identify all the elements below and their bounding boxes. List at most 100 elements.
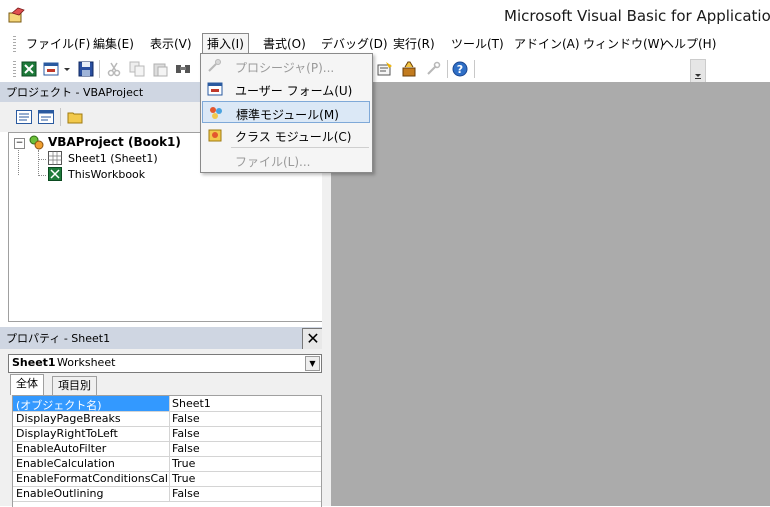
workbook-icon	[48, 167, 62, 181]
grid-divider	[169, 411, 170, 426]
view-code-icon[interactable]	[16, 110, 32, 124]
tree-connector	[38, 150, 40, 176]
paste-icon	[153, 63, 168, 77]
property-value[interactable]: True	[172, 457, 195, 470]
view-object-icon[interactable]	[38, 110, 54, 124]
worksheet-icon	[48, 151, 62, 165]
menu-item-label: クラス モジュール(C)	[235, 130, 352, 144]
object-select[interactable]: Sheet1 Worksheet ▼	[8, 354, 322, 373]
menu-format[interactable]: 書式(O)	[259, 34, 310, 54]
menu-window[interactable]: ウィンドウ(W)	[579, 34, 668, 54]
cut-icon	[107, 62, 121, 77]
grid-divider	[169, 441, 170, 456]
property-value[interactable]: False	[172, 442, 200, 455]
chevron-down-icon[interactable]: ▼	[305, 356, 320, 371]
insert-menu-dropdown: プロシージャ(P)... ユーザー フォーム(U) 標準モジュール(M) クラス…	[200, 53, 373, 173]
grid-divider	[169, 471, 170, 486]
procedure-icon	[208, 59, 221, 72]
property-value[interactable]: Sheet1	[172, 397, 211, 410]
property-row[interactable]: EnableOutlining False	[13, 486, 321, 502]
tree-root-label[interactable]: VBAProject (Book1)	[48, 135, 181, 149]
property-row[interactable]: EnableCalculation True	[13, 456, 321, 472]
excel-view-icon[interactable]	[21, 61, 37, 77]
window-title: Microsoft Visual Basic for Applications	[504, 7, 770, 25]
save-icon[interactable]	[78, 61, 94, 77]
menu-item-class-module[interactable]: クラス モジュール(C)	[202, 124, 370, 146]
insert-userform-icon[interactable]	[43, 61, 59, 77]
menu-view[interactable]: 表示(V)	[146, 34, 196, 54]
toolbox-icon[interactable]	[401, 61, 417, 77]
property-row[interactable]: EnableAutoFilter False	[13, 441, 321, 457]
menu-item-standard-module[interactable]: 標準モジュール(M)	[202, 101, 370, 123]
tree-item-sheet1[interactable]: Sheet1 (Sheet1)	[68, 152, 158, 165]
toolbar-options-button[interactable]	[690, 59, 706, 83]
standard-module-icon	[210, 107, 222, 119]
property-value[interactable]: False	[172, 427, 200, 440]
collapse-toggle[interactable]: −	[14, 138, 25, 149]
toolbar-grip[interactable]	[13, 61, 16, 77]
menu-separator	[231, 147, 369, 148]
menu-item-label: 標準モジュール(M)	[236, 108, 339, 122]
properties-icon[interactable]	[377, 61, 393, 77]
property-name: EnableCalculation	[16, 457, 115, 470]
copy-icon	[129, 61, 145, 77]
property-grid: (オブジェクト名) Sheet1 DisplayPageBreaks False…	[12, 395, 322, 507]
menu-tools[interactable]: ツール(T)	[447, 34, 508, 54]
property-name: EnableAutoFilter	[16, 442, 107, 455]
object-type: Worksheet	[57, 356, 116, 369]
property-name: EnableOutlining	[16, 487, 104, 500]
grid-divider	[169, 486, 170, 501]
menu-edit[interactable]: 編集(E)	[89, 34, 138, 54]
menu-run[interactable]: 実行(R)	[389, 34, 439, 54]
close-icon[interactable]: ✕	[302, 328, 324, 350]
property-name: DisplayRightToLeft	[16, 427, 118, 440]
menu-help[interactable]: ヘルプ(H)	[658, 34, 720, 54]
menu-item-file: ファイル(L)...	[202, 149, 370, 171]
menu-item-userform[interactable]: ユーザー フォーム(U)	[202, 78, 370, 100]
class-module-icon	[208, 129, 222, 142]
property-row[interactable]: DisplayRightToLeft False	[13, 426, 321, 442]
project-explorer-title: プロジェクト - VBAProject	[6, 86, 144, 99]
menu-addins[interactable]: アドイン(A)	[510, 34, 584, 54]
grid-divider	[169, 456, 170, 471]
property-value[interactable]: False	[172, 412, 200, 425]
property-row[interactable]: EnableFormatConditionsCalcu True	[13, 471, 321, 487]
tab-categorized[interactable]: 項目別	[52, 376, 97, 395]
tree-connector	[38, 159, 46, 161]
grid-divider	[169, 396, 170, 411]
vba-window-icon[interactable]	[8, 7, 26, 23]
vbaproject-icon	[29, 135, 44, 150]
toolbar-separator	[99, 60, 100, 78]
userform-icon	[207, 82, 223, 96]
menu-item-procedure: プロシージャ(P)...	[202, 55, 370, 77]
project-toolbar-separator	[60, 108, 61, 126]
toggle-folders-icon[interactable]	[67, 110, 83, 124]
object-name: Sheet1	[12, 356, 56, 369]
property-value[interactable]: False	[172, 487, 200, 500]
toolbar-separator	[474, 60, 475, 78]
tree-item-thisworkbook[interactable]: ThisWorkbook	[68, 168, 145, 181]
tree-connector	[18, 147, 20, 175]
menu-file[interactable]: ファイル(F)	[22, 34, 94, 54]
properties-title: プロパティ - Sheet1	[6, 332, 111, 345]
property-row[interactable]: (オブジェクト名) Sheet1	[13, 396, 321, 412]
menu-item-label: プロシージャ(P)...	[235, 61, 335, 75]
code-workspace[interactable]	[331, 82, 770, 506]
svg-text:?: ?	[457, 63, 463, 76]
menu-item-label: ファイル(L)...	[235, 155, 311, 169]
property-name: DisplayPageBreaks	[16, 412, 121, 425]
grid-divider	[169, 426, 170, 441]
tree-connector	[38, 175, 46, 177]
menu-item-label: ユーザー フォーム(U)	[235, 84, 353, 98]
menu-insert[interactable]: 挿入(I)	[202, 33, 249, 55]
find-icon[interactable]	[175, 61, 191, 77]
tools-icon	[427, 61, 441, 75]
property-value[interactable]: True	[172, 472, 195, 485]
help-icon[interactable]: ?	[452, 61, 468, 77]
tab-alphabetic[interactable]: 全体	[10, 374, 44, 395]
property-name: EnableFormatConditionsCalcu	[16, 472, 168, 485]
property-row[interactable]: DisplayPageBreaks False	[13, 411, 321, 427]
menu-grip[interactable]	[13, 36, 16, 52]
menu-debug[interactable]: デバッグ(D)	[317, 34, 392, 54]
dropdown-arrow-icon[interactable]	[63, 61, 71, 77]
